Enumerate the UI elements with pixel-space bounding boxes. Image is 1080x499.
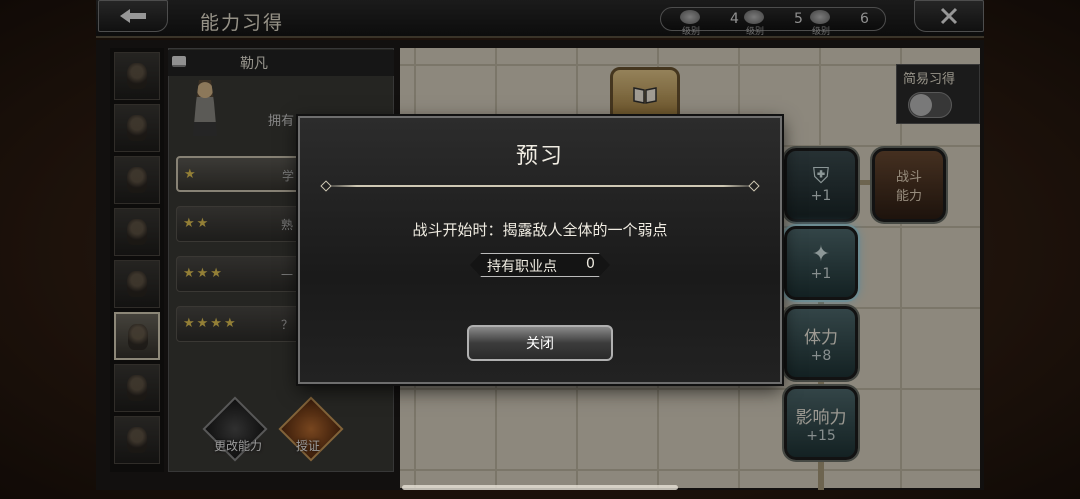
job-points-label: 持有职业点: [487, 259, 557, 275]
job-points-value: 0: [586, 256, 595, 272]
close-button[interactable]: 关闭: [467, 325, 613, 361]
modal-title: 预习: [515, 144, 564, 169]
skill-description: 战斗开始时：揭露敌人全体的一个弱点: [412, 221, 668, 239]
home-indicator[interactable]: [402, 485, 678, 490]
modal-divider: [322, 185, 758, 187]
